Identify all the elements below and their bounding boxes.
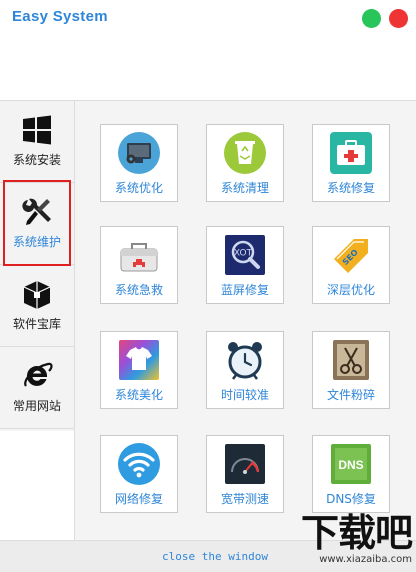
tool-bluescreen-repair[interactable]: XOT 蓝屏修复 xyxy=(206,226,284,304)
close-window-link[interactable]: close the window xyxy=(162,550,268,563)
tool-label: 系统清理 xyxy=(220,181,269,195)
internet-explorer-icon xyxy=(24,362,53,387)
sidebar-item-websites[interactable]: 常用网站 xyxy=(0,347,74,429)
tool-label: 深层优化 xyxy=(326,283,375,297)
recycle-bin-icon xyxy=(224,132,266,174)
watermark-url: www.xiazaiba.com xyxy=(319,554,412,565)
seo-tag-icon: SEO xyxy=(334,239,368,273)
sidebar-item-label: 软件宝库 xyxy=(12,317,61,331)
tool-system-beautify[interactable]: 系统美化 xyxy=(100,331,178,409)
sidebar: 系统安装 系统维护 软件宝库 常用网站 xyxy=(0,100,74,431)
svg-text:DNS: DNS xyxy=(338,458,363,472)
tool-system-optimize[interactable]: 系统优化 xyxy=(100,124,178,202)
tool-label: 蓝屏修复 xyxy=(220,283,269,297)
tool-label: 系统美化 xyxy=(114,388,163,402)
scissors-file-icon xyxy=(333,340,369,380)
tool-system-clean[interactable]: 系统清理 xyxy=(206,124,284,202)
first-aid-kit-icon xyxy=(330,132,372,174)
tool-dns-repair[interactable]: DNS DNS修复 xyxy=(312,435,390,513)
tool-system-repair[interactable]: 系统修复 xyxy=(312,124,390,202)
tool-label: 系统优化 xyxy=(114,181,163,195)
tool-system-rescue[interactable]: 系统急救 xyxy=(100,226,178,304)
speedometer-icon xyxy=(225,444,265,484)
tool-file-shred[interactable]: 文件粉碎 xyxy=(312,331,390,409)
sidebar-item-software[interactable]: 软件宝库 xyxy=(0,265,74,347)
magnifier-xp-icon: XOT xyxy=(225,235,265,275)
monitor-gear-icon xyxy=(118,132,160,174)
tool-label: 时间较准 xyxy=(220,388,269,402)
tool-label: 系统急救 xyxy=(114,283,163,297)
tool-broadband-speedtest[interactable]: 宽带测速 xyxy=(206,435,284,513)
tool-label: 系统修复 xyxy=(326,181,375,195)
tool-time-sync[interactable]: 时间较准 xyxy=(206,331,284,409)
tool-deep-optimize[interactable]: SEO 深层优化 xyxy=(312,226,390,304)
watermark-title: 下载吧 xyxy=(300,511,413,555)
dns-icon: DNS xyxy=(331,444,371,484)
wifi-icon xyxy=(118,443,160,485)
svg-text:XOT: XOT xyxy=(234,249,253,259)
app-title: Easy System xyxy=(12,8,108,25)
tool-label: 网络修复 xyxy=(114,492,163,506)
close-button[interactable] xyxy=(389,9,408,28)
tshirt-icon xyxy=(119,340,159,380)
watermark-logo: 下载吧 www.xiazaiba.com xyxy=(300,511,413,565)
windows-logo-icon xyxy=(23,115,51,145)
sidebar-item-label: 系统安装 xyxy=(12,153,61,167)
alarm-clock-icon xyxy=(228,342,262,380)
tool-label: 文件粉碎 xyxy=(326,388,375,402)
tool-grid: 系统优化 系统清理 系统修复 系统急救 XOT 蓝屏修复 SEO 深层优化 系统… xyxy=(74,100,416,541)
minimize-button[interactable] xyxy=(362,9,381,28)
sidebar-item-maintain[interactable]: 系统维护 xyxy=(0,183,74,265)
package-box-icon xyxy=(23,281,51,309)
sidebar-item-install[interactable]: 系统安装 xyxy=(0,101,74,183)
sidebar-item-label: 系统维护 xyxy=(12,235,61,249)
tool-label: 宽带测速 xyxy=(220,492,269,506)
tool-network-repair[interactable]: 网络修复 xyxy=(100,435,178,513)
wrench-screwdriver-icon xyxy=(22,198,51,225)
tool-label: DNS修复 xyxy=(326,492,376,506)
toolbox-icon xyxy=(120,243,158,272)
sidebar-item-label: 常用网站 xyxy=(12,399,61,413)
